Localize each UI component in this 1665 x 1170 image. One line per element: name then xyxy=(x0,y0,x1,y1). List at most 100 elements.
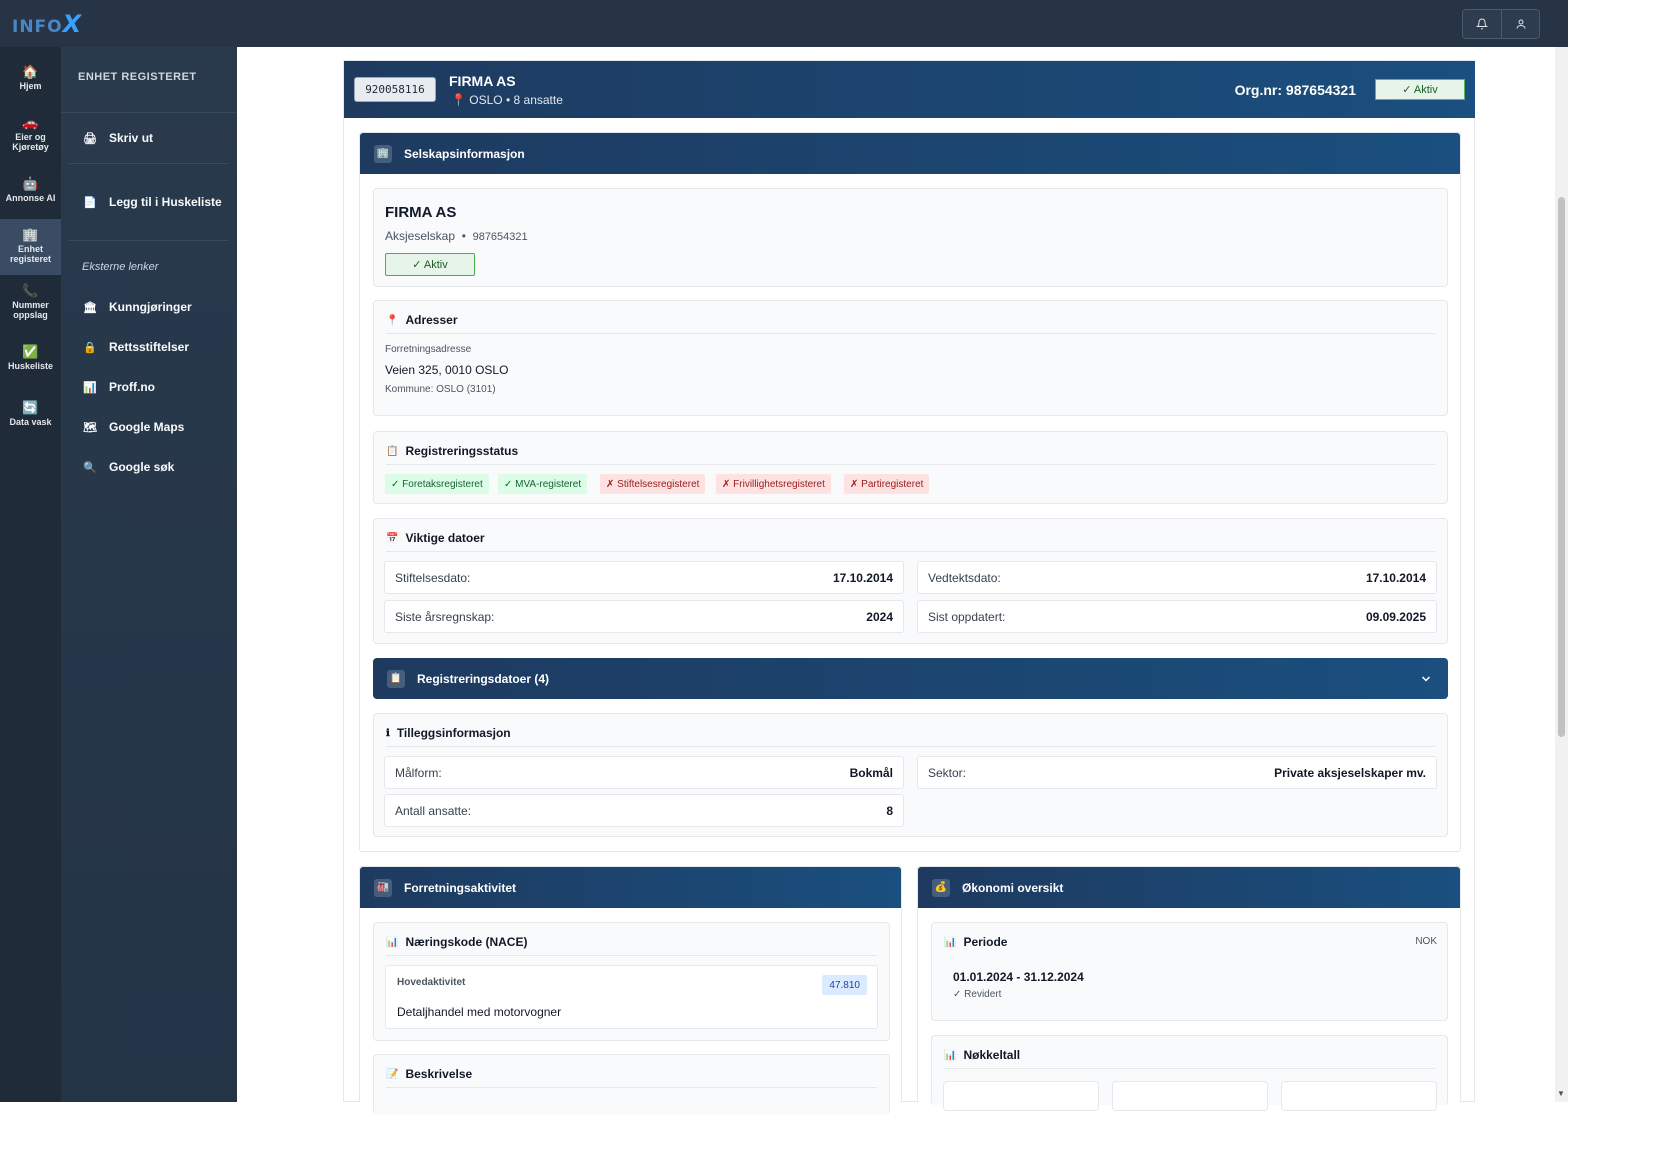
search-icon: 🔍 xyxy=(83,461,97,474)
field-stiftelsesdato: Stiftelsesdato: 17.10.2014 xyxy=(384,561,904,594)
phone-icon: 📞 xyxy=(22,283,39,298)
key-figures-title: 📊 Nøkkeltall xyxy=(944,1048,1435,1069)
rail-item-hjem[interactable]: 🏠 Hjem xyxy=(0,51,61,107)
rail-item-annonse[interactable]: 🤖 Annonse AI xyxy=(0,163,61,219)
description-title: 📝 Beskrivelse xyxy=(386,1067,877,1088)
rail-item-nummer[interactable]: 📞 Nummer oppslag xyxy=(0,275,61,331)
top-bar: INFOX xyxy=(0,0,1568,47)
tag-partiregisteret: ✗ Partiregisteret xyxy=(844,474,930,494)
dates-title: 📅 Viktige datoer xyxy=(386,531,1435,552)
clipboard-icon: 📋 xyxy=(386,445,399,457)
add-to-list-button[interactable]: 📄 Legg til i Huskeliste xyxy=(61,164,237,240)
period-card: 📊 Periode NOK 01.01.2024 - 31.12.2024 ✓ R… xyxy=(931,922,1448,1021)
rail-item-datavask[interactable]: 🔄 Data vask xyxy=(0,387,61,443)
chart-icon: 📊 xyxy=(83,381,97,394)
scrollbar[interactable]: ▼ xyxy=(1555,47,1568,1102)
economy-panel: 💰 Økonomi oversikt 📊 Periode NOK 01.01.202… xyxy=(917,866,1461,1111)
description-card: 📝 Beskrivelse xyxy=(373,1054,890,1114)
money-bag-icon: 💰 xyxy=(932,878,950,897)
important-dates-card: 📅 Viktige datoer Stiftelsesdato: 17.10.201… xyxy=(373,518,1448,644)
key-figure-tile xyxy=(1281,1081,1437,1111)
field-sist-oppdatert: Sist oppdatert: 09.09.2025 xyxy=(917,600,1437,633)
pin-icon: 📍 xyxy=(451,93,466,107)
chevron-down-icon[interactable] xyxy=(1420,673,1432,685)
building-icon: 🏢 xyxy=(374,144,392,163)
address-municipality: Kommune: OSLO (3101) xyxy=(385,384,496,395)
economy-header: 💰 Økonomi oversikt xyxy=(918,867,1460,908)
chart-icon: 📊 xyxy=(386,936,399,948)
car-icon: 🚗 xyxy=(22,115,39,130)
user-button[interactable] xyxy=(1501,10,1539,38)
tag-mva-registeret: ✓ MVA-registeret xyxy=(498,474,588,494)
print-button[interactable]: 🖨 Skriv ut xyxy=(61,113,237,163)
org-number: Org.nr: 987654321 xyxy=(1234,82,1356,98)
app-logo[interactable]: INFOX xyxy=(12,10,82,38)
rail-item-huskeliste[interactable]: ✅ Huskeliste xyxy=(0,331,61,387)
company-info-header: 🏢 Selskapsinformasjon xyxy=(360,133,1460,174)
additional-info-card: ℹ Tilleggsinformasjon Målform: Bokmål Sekt… xyxy=(373,713,1448,837)
field-malform: Målform: Bokmål xyxy=(384,756,904,789)
link-google-search[interactable]: 🔍 Google søk xyxy=(61,447,237,487)
scrollbar-thumb[interactable] xyxy=(1558,197,1565,737)
field-antall-ansatte: Antall ansatte: 8 xyxy=(384,794,904,827)
calendar-icon: 📅 xyxy=(386,532,399,544)
factory-icon: 🏭 xyxy=(374,878,392,897)
rail-item-eier[interactable]: 🚗 Eier og Kjøretøy xyxy=(0,107,61,163)
icon-rail: 🏠 Hjem 🚗 Eier og Kjøretøy 🤖 Annonse AI 🏢 Enh… xyxy=(0,47,61,1102)
main-activity-box: Hovedaktivitet 47.810 Detaljhandel med m… xyxy=(385,965,878,1029)
status-badge: ✓ Aktiv xyxy=(1375,79,1465,100)
company-status-badge: ✓ Aktiv xyxy=(385,253,475,276)
entity-location: 📍 OSLO • 8 ansatte xyxy=(451,93,563,107)
key-figure-tile xyxy=(1112,1081,1268,1111)
company-meta: Aksjeselskap • 987654321 xyxy=(385,229,528,243)
audited-status: ✓ Revidert xyxy=(953,989,1002,1000)
field-vedtektsdato: Vedtektsdato: 17.10.2014 xyxy=(917,561,1437,594)
top-actions xyxy=(1462,9,1540,39)
clipboard-icon: 📋 xyxy=(387,669,405,688)
key-figure-tile xyxy=(943,1081,1099,1111)
document-icon: 📄 xyxy=(83,196,97,209)
nace-code-badge: 47.810 xyxy=(822,975,867,995)
map-icon: 🗺 xyxy=(83,421,97,434)
main-content: 920058116 FIRMA AS 📍 OSLO • 8 ansatte Or… xyxy=(343,60,1475,1114)
bank-icon: 🏛 xyxy=(83,301,97,314)
field-sektor: Sektor: Private aksjeselskaper mv. xyxy=(917,756,1437,789)
tag-stiftelsesregisteret: ✗ Stiftelsesregisteret xyxy=(600,474,706,494)
company-name: FIRMA AS xyxy=(385,204,457,221)
business-activity-header: 🏭 Forretningsaktivitet xyxy=(360,867,901,908)
entity-header: 920058116 FIRMA AS 📍 OSLO • 8 ansatte Or… xyxy=(344,61,1475,118)
notifications-button[interactable] xyxy=(1463,10,1501,38)
address-title: 📍 Adresser xyxy=(386,313,1435,334)
chart-icon: 📊 xyxy=(944,1049,957,1061)
lock-icon: 🔒 xyxy=(83,341,97,354)
scroll-down-arrow[interactable]: ▼ xyxy=(1557,1089,1565,1098)
registration-dates-toggle[interactable]: 📋 Registreringsdatoer (4) xyxy=(373,658,1448,699)
company-card: FIRMA AS Aksjeselskap • 987654321 ✓ Akti… xyxy=(373,188,1448,287)
main-activity-description: Detaljhandel med motorvogner xyxy=(397,1005,562,1019)
key-figures-card: 📊 Nøkkeltall xyxy=(931,1035,1448,1111)
info-icon: ℹ xyxy=(386,727,390,739)
rail-item-enhet[interactable]: 🏢 Enhet registeret xyxy=(0,219,61,275)
user-icon xyxy=(1516,19,1525,29)
memo-icon: 📝 xyxy=(386,1068,399,1080)
tag-foretaksregisteret: ✓ Foretaksregisteret xyxy=(385,474,489,494)
sidebar: ENHET REGISTERET 🖨 Skriv ut 📄 Legg til i H… xyxy=(61,47,237,1102)
additional-info-title: ℹ Tilleggsinformasjon xyxy=(386,726,1435,747)
entity-id-badge[interactable]: 920058116 xyxy=(354,77,436,102)
link-kunngjoringer[interactable]: 🏛 Kunngjøringer xyxy=(61,287,237,327)
address-card: 📍 Adresser Forretningsadresse Veien 325, … xyxy=(373,300,1448,416)
business-activity-panel: 🏭 Forretningsaktivitet 📊 Næringskode (NACE… xyxy=(359,866,902,1114)
printer-icon: 🖨 xyxy=(83,132,97,145)
bell-icon xyxy=(1476,18,1488,30)
link-proff[interactable]: 📊 Proff.no xyxy=(61,367,237,407)
sidebar-title: ENHET REGISTERET xyxy=(61,47,237,113)
chart-icon: 📊 xyxy=(944,936,957,948)
link-rettsstiftelser[interactable]: 🔒 Rettsstiftelser xyxy=(61,327,237,367)
field-siste-arsregnskap: Siste årsregnskap: 2024 xyxy=(384,600,904,633)
home-icon: 🏠 xyxy=(22,64,39,79)
nace-title: 📊 Næringskode (NACE) xyxy=(386,935,877,956)
company-info-panel: 🏢 Selskapsinformasjon FIRMA AS Aksjeselsk… xyxy=(359,132,1461,852)
link-google-maps[interactable]: 🗺 Google Maps xyxy=(61,407,237,447)
entity-name: FIRMA AS xyxy=(449,73,516,89)
currency-label: NOK xyxy=(1415,936,1437,947)
